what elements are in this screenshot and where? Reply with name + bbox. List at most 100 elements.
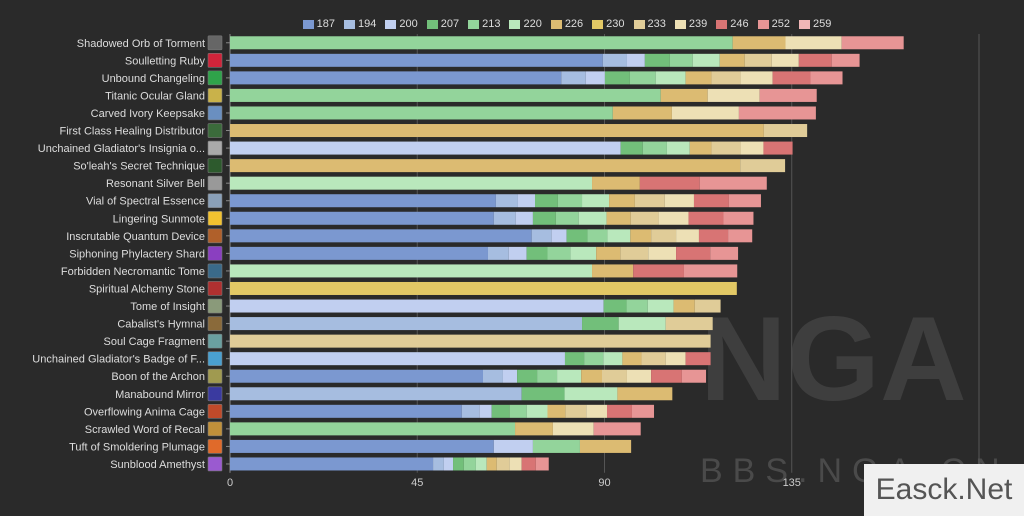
bar-segment-194 xyxy=(487,246,509,260)
legend-swatch xyxy=(385,19,397,29)
bar-segment-207 xyxy=(532,211,556,225)
bar-segment-252 xyxy=(841,36,904,50)
vial-icon xyxy=(207,193,223,209)
anima-cage-icon xyxy=(207,404,223,419)
bar-segment-213 xyxy=(230,422,516,436)
bar-segment-207 xyxy=(620,141,643,155)
bar-segment-187 xyxy=(230,457,434,471)
watermark-corner: Easck.Net xyxy=(864,464,1024,516)
bar-segment-187 xyxy=(230,229,532,243)
legend-label: 194 xyxy=(358,18,377,30)
bar-segment-213 xyxy=(230,36,733,50)
legend-label: 230 xyxy=(606,18,625,30)
bar-segment-187 xyxy=(230,439,494,453)
legend-swatch xyxy=(716,19,728,29)
bar-segment-194 xyxy=(230,317,583,331)
bar-segment-213 xyxy=(230,106,613,120)
legend-item-239[interactable]: 239 xyxy=(674,18,707,30)
bar-segment-226 xyxy=(622,352,642,366)
legend-item-230[interactable]: 230 xyxy=(592,18,625,30)
bar-segment-246 xyxy=(633,264,684,278)
bar-segment-194 xyxy=(461,404,480,418)
bar-segment-233 xyxy=(634,194,665,208)
bar-segment-194 xyxy=(495,194,518,208)
bar-segment-252 xyxy=(728,194,761,208)
bar-segment-194 xyxy=(230,387,522,401)
bar-segment-226 xyxy=(673,299,695,313)
bar-segment-194 xyxy=(433,457,444,471)
legend-item-246[interactable]: 246 xyxy=(716,18,749,30)
legend-swatch xyxy=(550,19,562,29)
bar-segment-239 xyxy=(665,352,686,366)
category-label: Boon of the Archon xyxy=(111,371,205,383)
bar-segment-207 xyxy=(644,53,670,67)
bar-segment-213 xyxy=(537,369,558,383)
legend-swatch xyxy=(302,19,314,29)
legend-item-220[interactable]: 220 xyxy=(509,18,542,30)
x-tick-label: 135 xyxy=(783,477,801,489)
legend-item-194[interactable]: 194 xyxy=(344,18,376,30)
bar-segment-200 xyxy=(517,194,536,208)
bar-segment-207 xyxy=(535,194,558,208)
bar-segment-226 xyxy=(660,88,708,102)
bar-segment-226 xyxy=(596,246,621,260)
legend-label: 246 xyxy=(730,18,749,30)
bar-segment-213 xyxy=(626,299,648,313)
bar-segment-207 xyxy=(582,317,619,331)
category-label: Carved Ivory Keepsake xyxy=(91,108,205,120)
bar-segment-226 xyxy=(732,36,786,50)
bar-segment-252 xyxy=(683,264,738,278)
legend-swatch xyxy=(674,19,686,29)
orb-icon xyxy=(207,35,223,51)
legend-item-213[interactable]: 213 xyxy=(468,18,500,30)
shard-icon xyxy=(207,246,223,261)
bar-segment-233 xyxy=(641,352,666,366)
bar-segment-200 xyxy=(443,457,454,471)
bar-segment-226 xyxy=(609,194,635,208)
legend-item-200[interactable]: 200 xyxy=(385,18,418,30)
watermark-corner-text: Easck.Net xyxy=(875,473,1013,506)
bar-segment-239 xyxy=(707,88,760,102)
legend-label: 259 xyxy=(812,18,832,30)
boon-icon xyxy=(207,368,223,384)
bar-segment-239 xyxy=(648,246,677,260)
bar-segment-233 xyxy=(711,141,741,155)
category-label: Scrawled Word of Recall xyxy=(85,424,205,436)
bar-segment-233 xyxy=(763,124,808,138)
bar-segment-213 xyxy=(555,211,579,225)
bar-segment-213 xyxy=(642,141,667,155)
bar-segment-246 xyxy=(693,194,729,208)
legend-item-259[interactable]: 259 xyxy=(798,18,832,30)
category-label: Spiritual Alchemy Stone xyxy=(89,283,205,295)
mirror-icon xyxy=(207,386,223,402)
bar-segment-194 xyxy=(602,53,627,67)
x-tick-label: 90 xyxy=(598,477,610,489)
bar-segment-239 xyxy=(671,106,739,120)
bar-segment-239 xyxy=(771,53,799,67)
bar-segment-252 xyxy=(631,404,655,418)
bar-segment-252 xyxy=(738,106,816,120)
legend-item-226[interactable]: 226 xyxy=(550,18,583,30)
bar-segment-233 xyxy=(602,369,627,383)
legend-item-207[interactable]: 207 xyxy=(426,18,459,30)
bar-segment-220 xyxy=(557,369,582,383)
bar-segment-194 xyxy=(561,71,586,85)
bar-segment-207 xyxy=(491,404,510,418)
bar-segment-200 xyxy=(515,211,533,225)
category-label: Soul Cage Fragment xyxy=(104,336,206,348)
category-label: So'leah's Secret Technique xyxy=(73,161,205,173)
scroll-icon xyxy=(207,421,223,437)
legend-item-187[interactable]: 187 xyxy=(302,18,335,30)
bar-segment-220 xyxy=(230,264,593,278)
bar-segment-194 xyxy=(482,369,503,383)
category-label: Cabalist's Hymnal xyxy=(117,319,205,331)
bar-segment-239 xyxy=(740,141,764,155)
bar-segment-239 xyxy=(785,36,842,50)
category-label: Manabound Mirror xyxy=(115,389,205,401)
bar-segment-252 xyxy=(759,88,817,102)
legend-item-252[interactable]: 252 xyxy=(757,18,790,30)
tome-icon xyxy=(207,263,223,279)
bar-segment-230 xyxy=(230,281,737,295)
bar-segment-220 xyxy=(564,387,618,401)
legend-item-233[interactable]: 233 xyxy=(633,18,666,30)
